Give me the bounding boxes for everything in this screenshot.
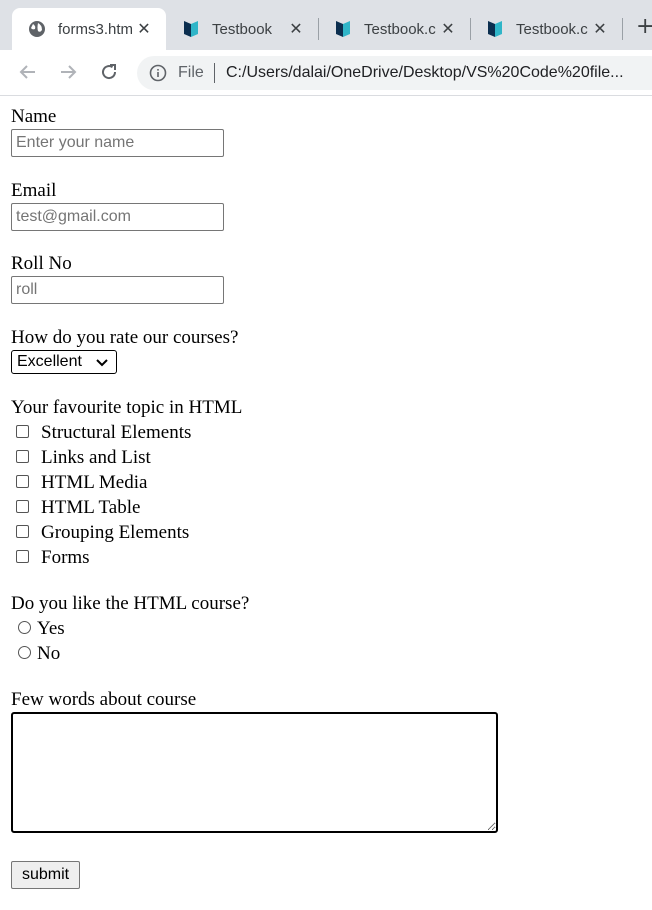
like-option-label: Yes <box>37 618 65 639</box>
name-input[interactable] <box>11 129 224 157</box>
feedback-textarea[interactable] <box>11 712 498 833</box>
address-bar[interactable]: File C:/Users/dalai/OneDrive/Desktop/VS%… <box>137 56 652 90</box>
url-divider <box>214 63 215 83</box>
tab-title: Testbook.c <box>516 20 588 38</box>
tab-testbook-2[interactable]: Testbook.c ✕ <box>318 8 470 50</box>
like-radio-yes[interactable] <box>18 621 31 634</box>
topic-option-label: Links and List <box>41 447 151 468</box>
topic-option-label: Grouping Elements <box>41 522 190 543</box>
url-scheme-label: File <box>178 64 204 81</box>
close-tab-icon[interactable]: ✕ <box>134 19 154 39</box>
roll-label: Roll No <box>11 253 72 274</box>
feedback-label: Few words about course <box>11 689 197 710</box>
url-text[interactable]: C:/Users/dalai/OneDrive/Desktop/VS%20Cod… <box>226 64 624 82</box>
testbook-icon <box>334 20 352 38</box>
like-radio-no[interactable] <box>18 646 31 659</box>
forward-arrow-icon[interactable] <box>56 60 80 84</box>
tab-title: Testbook.c <box>364 20 436 38</box>
back-arrow-icon[interactable] <box>16 60 40 84</box>
rating-selected-value: Excellent <box>17 353 82 370</box>
email-input[interactable] <box>11 203 224 231</box>
topic-option-label: Forms <box>41 547 90 568</box>
browser-tab-strip: forms3.htm ✕ Testbook ✕ Testbook.c ✕ Tes… <box>0 0 652 50</box>
topic-option-label: HTML Table <box>41 497 141 518</box>
close-tab-icon[interactable]: ✕ <box>286 19 306 39</box>
email-label: Email <box>11 180 57 201</box>
tab-forms3[interactable]: forms3.htm ✕ <box>12 8 166 50</box>
tab-separator <box>622 18 623 40</box>
chevron-down-icon <box>94 354 110 370</box>
topic-checkbox-forms[interactable] <box>16 550 29 563</box>
topic-checkbox-html-media[interactable] <box>16 475 29 488</box>
new-tab-icon[interactable]: + <box>636 14 652 39</box>
topic-checkbox-grouping-elements[interactable] <box>16 525 29 538</box>
topic-checkbox-html-table[interactable] <box>16 500 29 513</box>
tab-title: forms3.htm <box>58 20 134 38</box>
close-tab-icon[interactable]: ✕ <box>590 19 610 39</box>
topics-label: Your favourite topic in HTML <box>11 397 243 418</box>
roll-input[interactable] <box>11 276 224 304</box>
close-tab-icon[interactable]: ✕ <box>438 19 458 39</box>
topic-checkbox-structural-elements[interactable] <box>16 425 29 438</box>
info-icon[interactable] <box>149 64 167 82</box>
testbook-icon <box>486 20 504 38</box>
topic-option-label: Structural Elements <box>41 422 192 443</box>
topic-option-label: HTML Media <box>41 472 148 493</box>
like-option-label: No <box>37 643 61 664</box>
tab-testbook-1[interactable]: Testbook ✕ <box>166 8 318 50</box>
like-label: Do you like the HTML course? <box>11 593 250 614</box>
tab-testbook-3[interactable]: Testbook.c ✕ <box>470 8 622 50</box>
rating-label: How do you rate our courses? <box>11 327 239 348</box>
reload-icon[interactable] <box>97 60 121 84</box>
name-label: Name <box>11 106 57 127</box>
rating-select[interactable]: Excellent <box>11 350 117 374</box>
testbook-icon <box>182 20 200 38</box>
topic-checkbox-links-and-list[interactable] <box>16 450 29 463</box>
page-content: Name Email Roll No How do you rate our c… <box>0 96 652 910</box>
tab-title: Testbook <box>212 20 273 38</box>
submit-button[interactable]: submit <box>11 861 80 889</box>
globe-icon <box>28 20 46 38</box>
browser-toolbar: File C:/Users/dalai/OneDrive/Desktop/VS%… <box>0 50 652 96</box>
